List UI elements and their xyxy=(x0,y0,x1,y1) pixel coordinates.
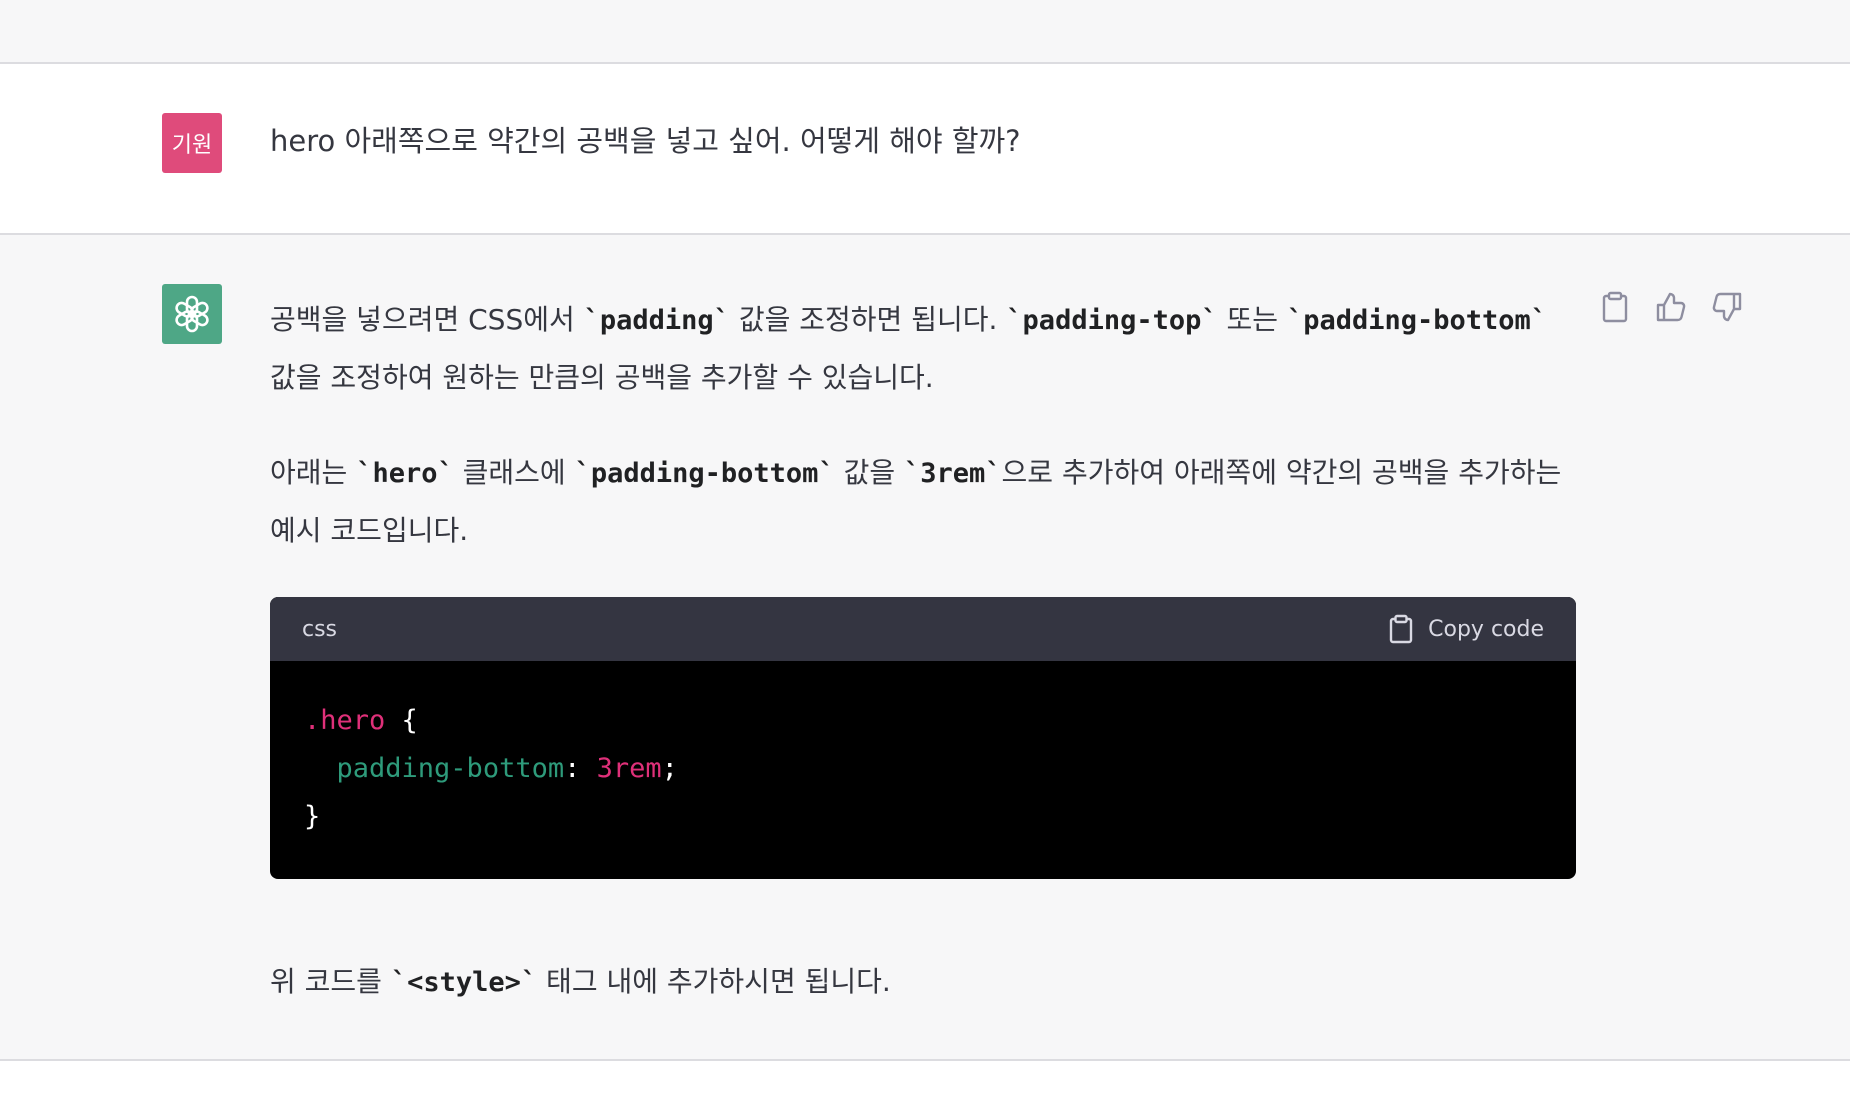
inline-code: `<style>` xyxy=(390,967,538,998)
inline-code: `hero` xyxy=(356,458,454,489)
inline-code: `padding-bottom` xyxy=(574,458,835,489)
code-language-label: css xyxy=(302,616,338,642)
inline-code: `padding-top` xyxy=(1006,305,1218,336)
thumbs-up-button[interactable] xyxy=(1654,290,1688,324)
inline-code: `padding-bottom` xyxy=(1286,305,1548,336)
paragraph-2: 아래는 `hero` 클래스에 `padding-bottom` 값을 `3re… xyxy=(270,456,1562,547)
message-actions xyxy=(1598,290,1744,324)
paragraph-1: 공백을 넣으려면 CSS에서 `padding` 값을 조정하면 됩니다. `p… xyxy=(270,303,1548,394)
code-block-header: css Copy code xyxy=(270,597,1576,661)
code-property: padding-bottom xyxy=(336,753,565,784)
inline-code: `3rem` xyxy=(904,458,1002,489)
paragraph-3: 위 코드를 `<style>` 태그 내에 추가하시면 됩니다. xyxy=(270,965,891,998)
user-avatar: 기원 xyxy=(162,113,222,173)
clipboard-icon xyxy=(1602,291,1628,323)
openai-logo-icon xyxy=(175,295,209,333)
thumbs-up-icon xyxy=(1656,292,1686,322)
copy-message-button[interactable] xyxy=(1598,290,1632,324)
copy-code-button[interactable]: Copy code xyxy=(1388,614,1544,644)
code-content: .hero { padding-bottom: 3rem; } xyxy=(304,705,678,832)
thumbs-down-button[interactable] xyxy=(1710,290,1744,324)
assistant-avatar xyxy=(162,284,222,344)
clipboard-icon xyxy=(1389,614,1413,644)
code-block: css Copy code .hero { padding-bottom: 3r… xyxy=(270,597,1576,879)
user-message-row: 기원 hero 아래쪽으로 약간의 공백을 넣고 싶어. 어떻게 해야 할까? xyxy=(0,64,1850,235)
copy-code-label: Copy code xyxy=(1428,616,1544,642)
user-message-text: hero 아래쪽으로 약간의 공백을 넣고 싶어. 어떻게 해야 할까? xyxy=(270,124,1021,158)
inline-code: `padding` xyxy=(583,305,730,336)
code-selector: .hero xyxy=(304,705,386,736)
code-value: 3rem xyxy=(596,753,662,784)
assistant-message-content: 공백을 넣으려면 CSS에서 `padding` 값을 조정하면 됩니다. `p… xyxy=(270,291,1576,1011)
thumbs-down-icon xyxy=(1712,292,1742,322)
assistant-message-row: 공백을 넣으려면 CSS에서 `padding` 값을 조정하면 됩니다. `p… xyxy=(0,235,1850,1061)
top-band xyxy=(0,0,1850,64)
